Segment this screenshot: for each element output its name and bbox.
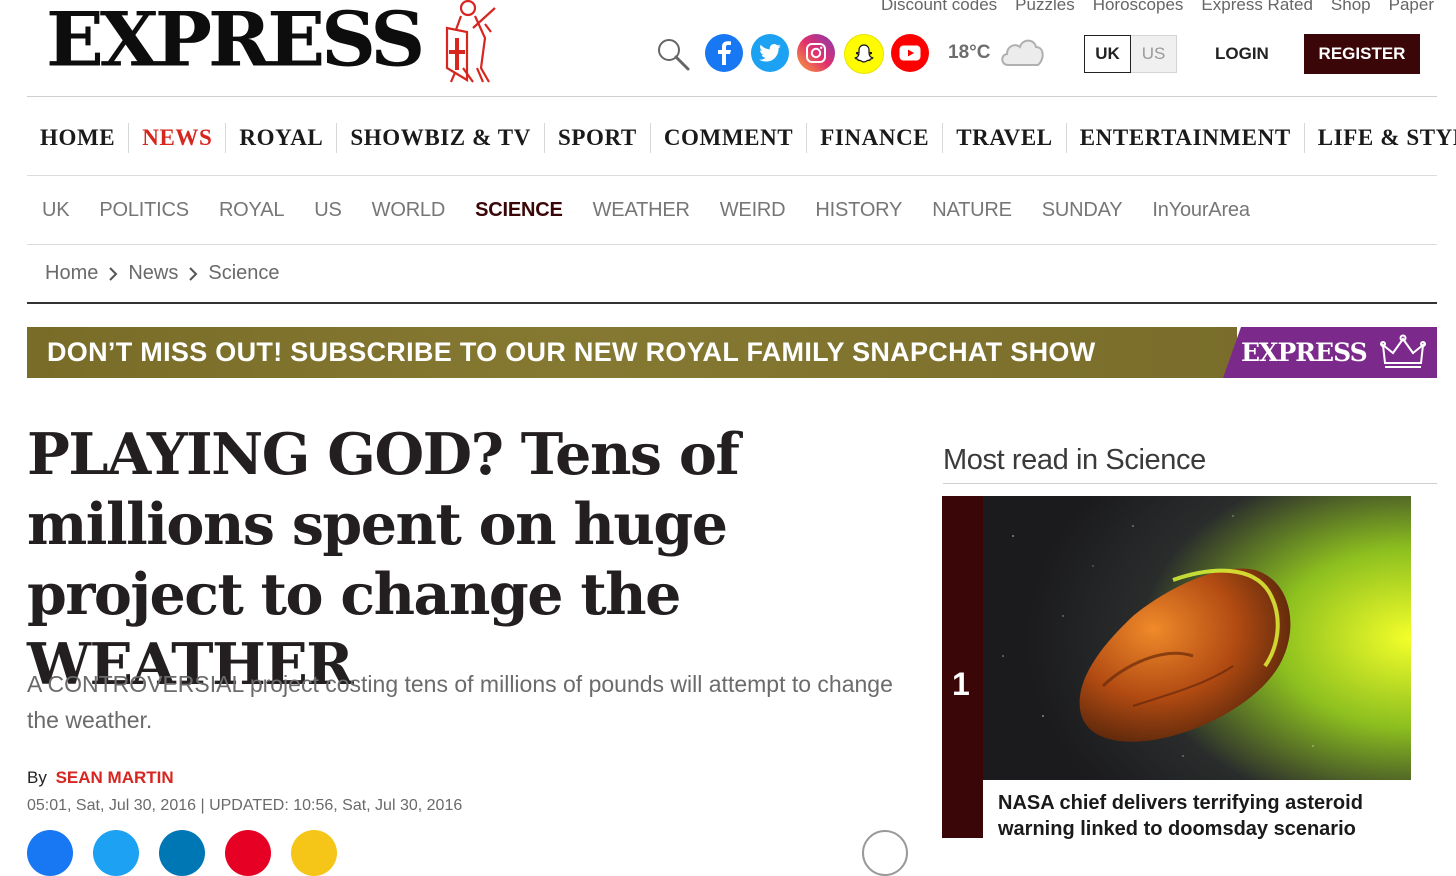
sidebar-title: Most read in Science — [943, 444, 1206, 476]
weather-temperature: 18°C — [948, 42, 991, 63]
chevron-right-icon — [109, 266, 118, 281]
logo-text: EXPRESS — [46, 0, 425, 84]
author-link[interactable]: SEAN MARTIN — [56, 768, 174, 787]
edition-uk-button[interactable]: UK — [1084, 35, 1131, 73]
sub-nav: UK POLITICS ROYAL US WORLD SCIENCE WEATH… — [27, 196, 1265, 224]
main-nav-finance[interactable]: FINANCE — [807, 123, 944, 153]
edition-switcher: UK US — [1084, 35, 1177, 73]
main-nav-travel[interactable]: TRAVEL — [943, 123, 1067, 153]
most-read-title[interactable]: NASA chief delivers terrifying asteroid … — [998, 790, 1398, 842]
banner-text: DON’T MISS OUT! SUBSCRIBE TO OUR NEW ROY… — [47, 337, 1096, 367]
sub-nav-history[interactable]: HISTORY — [800, 199, 917, 222]
banner-brand: EXPRESS — [1241, 338, 1368, 367]
sub-nav-weird[interactable]: WEIRD — [705, 199, 801, 222]
article-dateline: 05:01, Sat, Jul 30, 2016 | UPDATED: 10:5… — [27, 797, 463, 814]
sub-nav-science[interactable]: SCIENCE — [460, 199, 578, 222]
snapchat-icon[interactable] — [844, 34, 884, 74]
main-nav-royal[interactable]: ROYAL — [226, 123, 338, 153]
top-link-discount-codes[interactable]: Discount codes — [881, 0, 997, 15]
top-links: Discount codes Puzzles Horoscopes Expres… — [881, 0, 1434, 15]
sub-nav-uk[interactable]: UK — [27, 199, 84, 222]
edition-us-button[interactable]: US — [1131, 35, 1177, 73]
main-nav-divider — [27, 175, 1437, 176]
asteroid-image[interactable] — [983, 496, 1411, 780]
main-nav-news[interactable]: NEWS — [129, 123, 227, 153]
share-linkedin-icon[interactable] — [159, 830, 205, 876]
login-link[interactable]: LOGIN — [1215, 44, 1269, 64]
article-byline: By SEAN MARTIN — [27, 768, 174, 788]
breadcrumb-divider — [27, 302, 1437, 304]
sub-nav-world[interactable]: WORLD — [357, 199, 460, 222]
comments-icon[interactable] — [862, 830, 908, 876]
rank-column: 1 — [942, 496, 983, 838]
main-nav-sport[interactable]: SPORT — [545, 123, 651, 153]
main-nav-entertainment[interactable]: ENTERTAINMENT — [1067, 123, 1305, 153]
top-link-horoscopes[interactable]: Horoscopes — [1093, 0, 1184, 15]
cloud-icon — [1001, 39, 1044, 66]
express-logo[interactable]: EXPRESS — [46, 0, 499, 90]
sidebar-divider — [943, 483, 1437, 484]
facebook-icon[interactable] — [705, 34, 743, 72]
share-facebook-icon[interactable] — [27, 830, 73, 876]
main-nav: HOME NEWS ROYAL SHOWBIZ & TV SPORT COMME… — [27, 118, 1456, 158]
share-twitter-icon[interactable] — [93, 830, 139, 876]
crown-icon — [1380, 334, 1426, 368]
main-nav-showbiz-tv[interactable]: SHOWBIZ & TV — [337, 123, 545, 153]
main-nav-life-style[interactable]: LIFE & STYLE — [1305, 123, 1456, 153]
breadcrumb-science[interactable]: Science — [208, 262, 279, 285]
instagram-icon[interactable] — [797, 34, 835, 72]
sub-nav-nature[interactable]: NATURE — [917, 199, 1027, 222]
sub-nav-inyourarea[interactable]: InYourArea — [1137, 199, 1264, 222]
sub-nav-divider — [27, 244, 1437, 245]
register-button[interactable]: REGISTER — [1304, 34, 1420, 74]
snapchat-promo-banner[interactable]: DON’T MISS OUT! SUBSCRIBE TO OUR NEW ROY… — [27, 327, 1437, 378]
crusader-logo-icon — [446, 0, 496, 83]
most-read-item[interactable]: 1 NASA chief delivers terrifying asteroi… — [942, 496, 1411, 840]
share-email-icon[interactable] — [291, 830, 337, 876]
breadcrumb: Home News Science — [45, 262, 280, 285]
youtube-icon[interactable] — [891, 34, 929, 72]
chevron-right-icon — [189, 266, 198, 281]
article-headline: PLAYING GOD? Tens of millions spent on h… — [27, 421, 740, 698]
article-standfirst: A CONTROVERSIAL project costing tens of … — [27, 671, 893, 733]
share-buttons — [27, 830, 337, 876]
sub-nav-politics[interactable]: POLITICS — [84, 199, 204, 222]
share-pinterest-icon[interactable] — [225, 830, 271, 876]
top-link-express-rated[interactable]: Express Rated — [1201, 0, 1313, 15]
top-link-puzzles[interactable]: Puzzles — [1015, 0, 1075, 15]
sub-nav-sunday[interactable]: SUNDAY — [1027, 199, 1138, 222]
breadcrumb-home[interactable]: Home — [45, 262, 98, 285]
breadcrumb-news[interactable]: News — [128, 262, 178, 285]
top-link-paper[interactable]: Paper — [1389, 0, 1434, 15]
sub-nav-weather[interactable]: WEATHER — [578, 199, 705, 222]
sub-nav-royal[interactable]: ROYAL — [204, 199, 299, 222]
top-link-shop[interactable]: Shop — [1331, 0, 1371, 15]
byline-label: By — [27, 768, 47, 787]
sub-nav-us[interactable]: US — [299, 199, 356, 222]
search-icon[interactable] — [655, 36, 691, 72]
header-divider — [27, 96, 1437, 97]
rank-number: 1 — [952, 666, 970, 702]
main-nav-comment[interactable]: COMMENT — [651, 123, 808, 153]
main-nav-home[interactable]: HOME — [27, 123, 130, 153]
twitter-icon[interactable] — [751, 34, 789, 72]
